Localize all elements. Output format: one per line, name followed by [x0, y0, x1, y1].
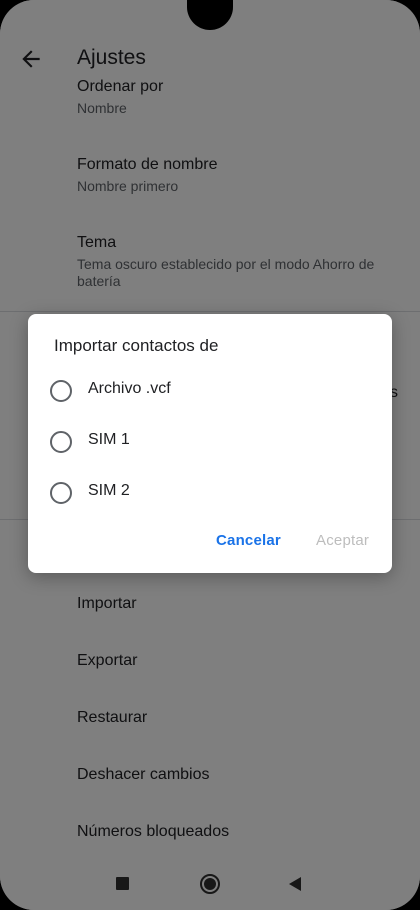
accept-button[interactable]: Aceptar [316, 532, 369, 549]
dialog-title: Importar contactos de [54, 336, 219, 355]
option-label: Archivo .vcf [88, 380, 171, 397]
option-sim-2[interactable]: SIM 2 [50, 474, 370, 514]
option-label: SIM 1 [88, 431, 130, 448]
option-sim-1[interactable]: SIM 1 [50, 423, 370, 463]
option-label: SIM 2 [88, 482, 130, 499]
cancel-button[interactable]: Cancelar [216, 532, 281, 549]
option-vcf-file[interactable]: Archivo .vcf [50, 372, 370, 412]
radio-unchecked-icon[interactable] [50, 431, 72, 453]
phone-screen: 10:00 100 Ajustes Ordenar por Nombre For… [0, 0, 420, 910]
radio-unchecked-icon[interactable] [50, 380, 72, 402]
import-contacts-dialog: Importar contactos de Archivo .vcf SIM 1… [28, 314, 392, 573]
radio-unchecked-icon[interactable] [50, 482, 72, 504]
